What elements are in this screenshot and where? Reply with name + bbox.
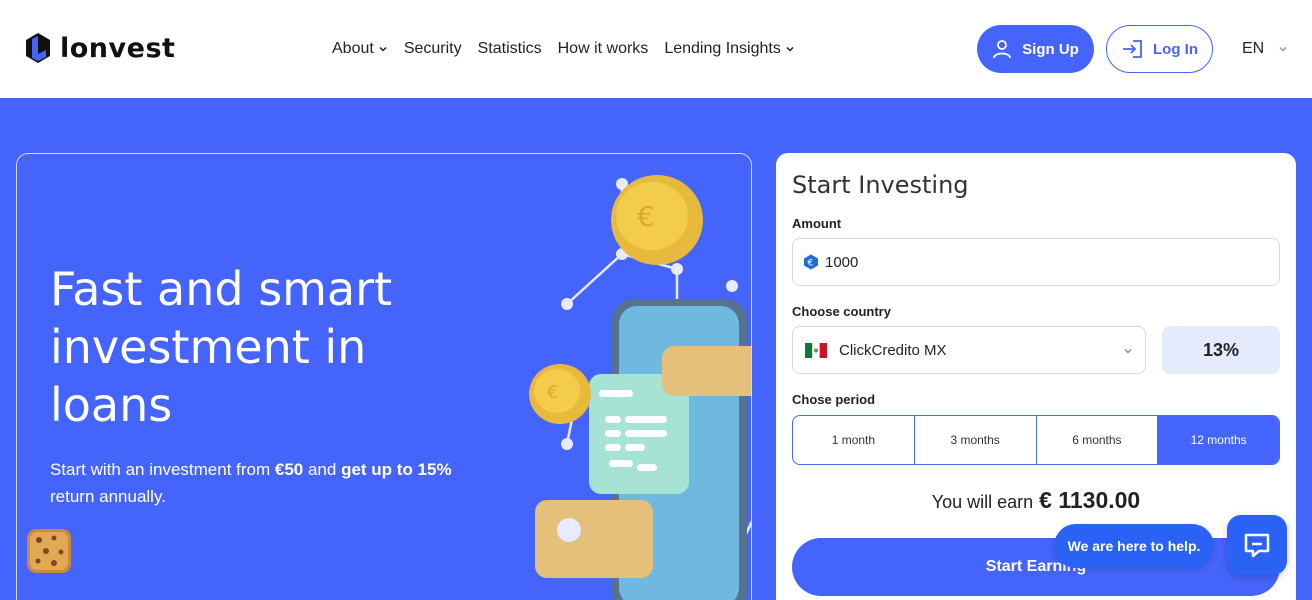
nav-item-statistics[interactable]: Statistics bbox=[478, 40, 542, 58]
earn-label: You will earn bbox=[931, 492, 1034, 512]
form-title: Start Investing bbox=[792, 171, 969, 199]
nav-item-label: About bbox=[332, 40, 374, 57]
mexico-flag-icon bbox=[805, 342, 827, 358]
svg-text:€: € bbox=[808, 259, 814, 269]
interest-rate-badge: 13% bbox=[1162, 326, 1280, 374]
log-in-button[interactable]: Log In bbox=[1106, 25, 1213, 73]
period-selector: 1 month 3 months 6 months 12 months bbox=[792, 415, 1280, 465]
cookie-icon bbox=[27, 529, 71, 573]
hero-subtitle-text: Start with an investment from bbox=[50, 460, 275, 479]
login-icon bbox=[1123, 40, 1142, 58]
period-option-3-months[interactable]: 3 months bbox=[915, 416, 1037, 464]
country-select[interactable]: ClickCredito MX bbox=[792, 326, 1146, 374]
earnings-summary: You will earn € 1130.00 bbox=[776, 487, 1296, 514]
sign-up-button[interactable]: Sign Up bbox=[977, 25, 1094, 73]
site-header: lonvest About Security Statistics How it… bbox=[0, 0, 1312, 98]
hero-subtitle-text: and bbox=[303, 460, 342, 479]
country-value: ClickCredito MX bbox=[839, 341, 947, 359]
logo[interactable]: lonvest bbox=[24, 32, 175, 65]
svg-text:€: € bbox=[637, 200, 655, 233]
nav-item-label: How it works bbox=[557, 40, 649, 57]
logo-mark-icon bbox=[26, 33, 50, 63]
phone-illustration: € € bbox=[529, 175, 751, 600]
nav-item-about[interactable]: About bbox=[332, 40, 388, 58]
hero-card: Fast and smart investment in loans Start… bbox=[16, 153, 752, 600]
chevron-down-icon bbox=[1124, 349, 1132, 354]
svg-text:€: € bbox=[547, 382, 558, 403]
earn-amount: € 1130.00 bbox=[1039, 487, 1141, 513]
hero-subtitle-rate: get up to 15% bbox=[341, 460, 452, 479]
cookie-settings-button[interactable] bbox=[24, 526, 74, 576]
nav-item-label: Security bbox=[403, 40, 462, 57]
hero-title: Fast and smart investment in loans bbox=[50, 262, 393, 432]
hero-subtitle-text: return annually. bbox=[50, 487, 166, 506]
logo-text: lonvest bbox=[60, 33, 176, 64]
country-label: Choose country bbox=[792, 304, 891, 319]
chat-icon bbox=[1244, 533, 1270, 558]
chat-launcher-button[interactable] bbox=[1227, 515, 1287, 575]
chevron-down-icon bbox=[786, 46, 794, 52]
chevron-down-icon bbox=[1279, 46, 1287, 52]
main-nav: About Security Statistics How it works L… bbox=[332, 40, 811, 58]
hero-subtitle-min: €50 bbox=[274, 460, 304, 479]
amount-input[interactable]: € 1000 bbox=[792, 238, 1280, 286]
nav-item-lending-insights[interactable]: Lending Insights bbox=[664, 40, 795, 58]
hero-subtitle: Start with an investment from €50 and ge… bbox=[50, 456, 480, 510]
language-selector[interactable]: EN bbox=[1242, 40, 1288, 58]
period-option-12-months[interactable]: 12 months bbox=[1158, 416, 1279, 464]
nav-item-label: Statistics bbox=[477, 40, 542, 57]
nav-item-label: Lending Insights bbox=[664, 40, 781, 57]
period-label: Chose period bbox=[792, 392, 876, 407]
chevron-down-icon bbox=[379, 46, 387, 52]
start-investing-form: Start Investing Amount € 1000 Choose cou… bbox=[776, 153, 1296, 600]
sign-up-label: Sign Up bbox=[1022, 40, 1079, 58]
amount-label: Amount bbox=[792, 216, 842, 231]
language-label: EN bbox=[1242, 40, 1265, 57]
user-icon bbox=[993, 40, 1012, 59]
nav-item-security[interactable]: Security bbox=[404, 40, 462, 58]
nav-item-how-it-works[interactable]: How it works bbox=[558, 40, 649, 58]
period-option-1-month[interactable]: 1 month bbox=[793, 416, 915, 464]
amount-value: 1000 bbox=[825, 253, 859, 271]
euro-icon: € bbox=[804, 254, 818, 270]
period-option-6-months[interactable]: 6 months bbox=[1037, 416, 1159, 464]
chat-help-bubble[interactable]: We are here to help. bbox=[1054, 524, 1214, 568]
log-in-label: Log In bbox=[1153, 40, 1198, 58]
